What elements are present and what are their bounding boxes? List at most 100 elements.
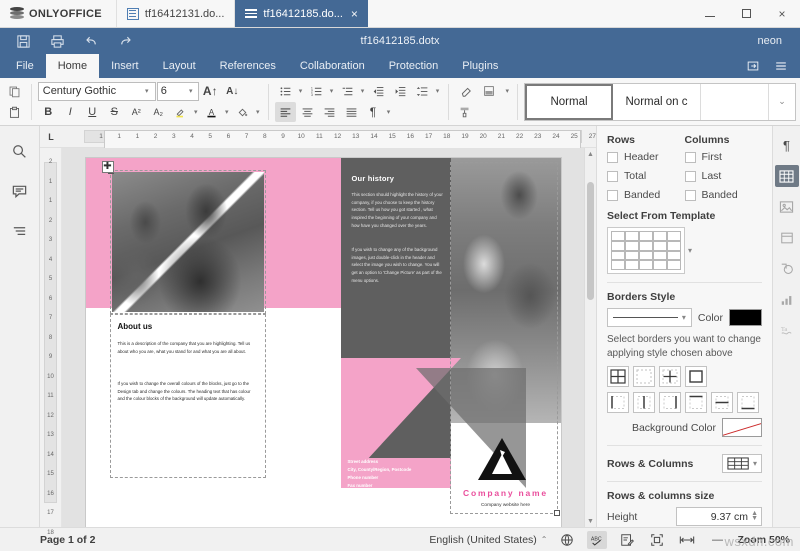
maximize-button[interactable] <box>728 0 764 27</box>
increase-indent-button[interactable] <box>390 81 411 101</box>
copy-style-button[interactable] <box>454 102 475 122</box>
vertical-ruler[interactable]: 21123456789101112131415161718 <box>40 148 62 527</box>
minimize-button[interactable] <box>692 0 728 27</box>
checkbox-header-row[interactable]: Header <box>607 151 685 163</box>
checkbox-banded-rows[interactable]: Banded <box>607 189 685 201</box>
set-language-button[interactable] <box>557 531 577 549</box>
checkbox-last-column[interactable]: Last <box>685 170 763 182</box>
top-border-button[interactable] <box>685 392 707 413</box>
document-canvas[interactable]: ✚ Our history This section should highli… <box>62 148 584 527</box>
italic-button[interactable]: I <box>60 102 81 122</box>
menu-protection[interactable]: Protection <box>377 54 451 78</box>
template-preview[interactable] <box>607 227 685 274</box>
scroll-down-arrow-icon[interactable]: ▼ <box>585 515 596 527</box>
rows-columns-menu-button[interactable]: ▾ <box>722 454 762 473</box>
chevron-down-icon[interactable]: ▾ <box>434 87 442 95</box>
document-tab-1[interactable]: tf16412131.do... <box>117 0 236 27</box>
track-changes-button[interactable] <box>617 531 637 549</box>
style-blank[interactable] <box>701 84 769 120</box>
border-color-swatch[interactable] <box>729 309 762 326</box>
chevron-down-icon[interactable]: ▾ <box>297 87 305 95</box>
image-settings-button[interactable] <box>775 196 799 218</box>
redo-button[interactable] <box>108 29 142 53</box>
style-normal[interactable]: Normal <box>525 84 613 120</box>
align-justify-button[interactable] <box>341 102 362 122</box>
all-borders-button[interactable] <box>607 366 629 387</box>
align-left-button[interactable] <box>275 102 296 122</box>
menu-home[interactable]: Home <box>46 54 99 78</box>
border-line-style-combobox[interactable]: ▾ <box>607 308 692 327</box>
underline-button[interactable]: U <box>82 102 103 122</box>
table-resize-handle[interactable] <box>554 510 560 516</box>
superscript-button[interactable]: A² <box>126 102 147 122</box>
chevron-down-icon[interactable]: ▾ <box>359 87 367 95</box>
search-button[interactable] <box>6 138 34 164</box>
style-gallery-expand-button[interactable]: ⌄ <box>769 84 795 120</box>
show-paragraph-marks-button[interactable]: ¶ <box>363 102 384 122</box>
style-normal-on-c[interactable]: Normal on c <box>613 84 701 120</box>
copy-button[interactable] <box>4 81 25 101</box>
chevron-down-icon[interactable]: ▾ <box>503 87 511 95</box>
decrease-indent-button[interactable] <box>368 81 389 101</box>
inner-vertical-border-button[interactable] <box>633 392 655 413</box>
language-label[interactable]: English (United States) <box>429 534 536 546</box>
numbered-list-button[interactable]: 123 <box>306 81 327 101</box>
undo-button[interactable] <box>74 29 108 53</box>
height-stepper[interactable]: 9.37 cm ▲▼ <box>676 507 762 526</box>
template-picker[interactable]: ▾ <box>607 227 762 274</box>
open-file-location-button[interactable] <box>740 54 766 78</box>
scroll-up-arrow-icon[interactable]: ▲ <box>585 148 596 160</box>
inner-borders-button[interactable] <box>659 366 681 387</box>
table-settings-button[interactable] <box>775 165 799 187</box>
menu-collaboration[interactable]: Collaboration <box>288 54 377 78</box>
checkbox-total-row[interactable]: Total <box>607 170 685 182</box>
background-color-button[interactable] <box>232 102 253 122</box>
menu-references[interactable]: References <box>208 54 288 78</box>
font-color-button[interactable]: A <box>201 102 222 122</box>
menu-plugins[interactable]: Plugins <box>450 54 510 78</box>
align-right-button[interactable] <box>319 102 340 122</box>
shape-settings-button[interactable] <box>775 227 799 249</box>
menu-file[interactable]: File <box>4 54 46 78</box>
bold-button[interactable]: B <box>38 102 59 122</box>
highlight-color-button[interactable] <box>170 102 191 122</box>
clear-formatting-button[interactable] <box>454 81 475 101</box>
fit-width-button[interactable] <box>677 531 697 549</box>
headings-button[interactable] <box>6 218 34 244</box>
increase-font-size-button[interactable]: A↑ <box>200 81 221 101</box>
line-spacing-button[interactable] <box>412 81 433 101</box>
no-borders-button[interactable] <box>633 366 655 387</box>
inner-horizontal-border-button[interactable] <box>711 392 733 413</box>
document-page-1[interactable]: ✚ Our history This section should highli… <box>86 158 561 527</box>
table-move-handle[interactable]: ✚ <box>102 161 114 173</box>
spell-check-button[interactable]: ABC <box>587 531 607 549</box>
insert-page-break-button[interactable] <box>476 81 502 101</box>
decrease-font-size-button[interactable]: A↓ <box>222 81 243 101</box>
chevron-down-icon[interactable]: ▾ <box>223 108 231 116</box>
text-art-settings-button[interactable] <box>775 258 799 280</box>
outer-borders-button[interactable] <box>685 366 707 387</box>
checkbox-banded-columns[interactable]: Banded <box>685 189 763 201</box>
chevron-down-icon[interactable]: ▾ <box>254 108 262 116</box>
strikethrough-button[interactable]: S <box>104 102 125 122</box>
close-tab-icon[interactable]: × <box>351 7 358 21</box>
save-button[interactable] <box>6 29 40 53</box>
left-border-button[interactable] <box>607 392 629 413</box>
font-name-combobox[interactable]: Century Gothic ▾ <box>38 82 156 101</box>
comments-button[interactable] <box>6 178 34 204</box>
bottom-border-button[interactable] <box>737 392 759 413</box>
font-size-combobox[interactable]: 6 ▾ <box>157 82 199 101</box>
close-window-button[interactable]: × <box>764 0 800 27</box>
scrollbar-thumb[interactable] <box>587 182 594 300</box>
app-menu-button[interactable] <box>768 54 794 78</box>
language-caret-icon[interactable]: ⌃ <box>541 535 548 544</box>
checkbox-first-column[interactable]: First <box>685 151 763 163</box>
stepper-arrows-icon[interactable]: ▲▼ <box>748 512 758 522</box>
paste-button[interactable] <box>4 102 25 122</box>
paragraph-settings-button[interactable]: ¶ <box>775 134 799 156</box>
vertical-scrollbar[interactable]: ▲ ▼ <box>584 148 596 527</box>
chevron-down-icon[interactable]: ▾ <box>328 87 336 95</box>
right-border-button[interactable] <box>659 392 681 413</box>
chevron-down-icon[interactable]: ▾ <box>688 246 692 255</box>
tab-stop-selector[interactable]: L <box>40 126 62 148</box>
